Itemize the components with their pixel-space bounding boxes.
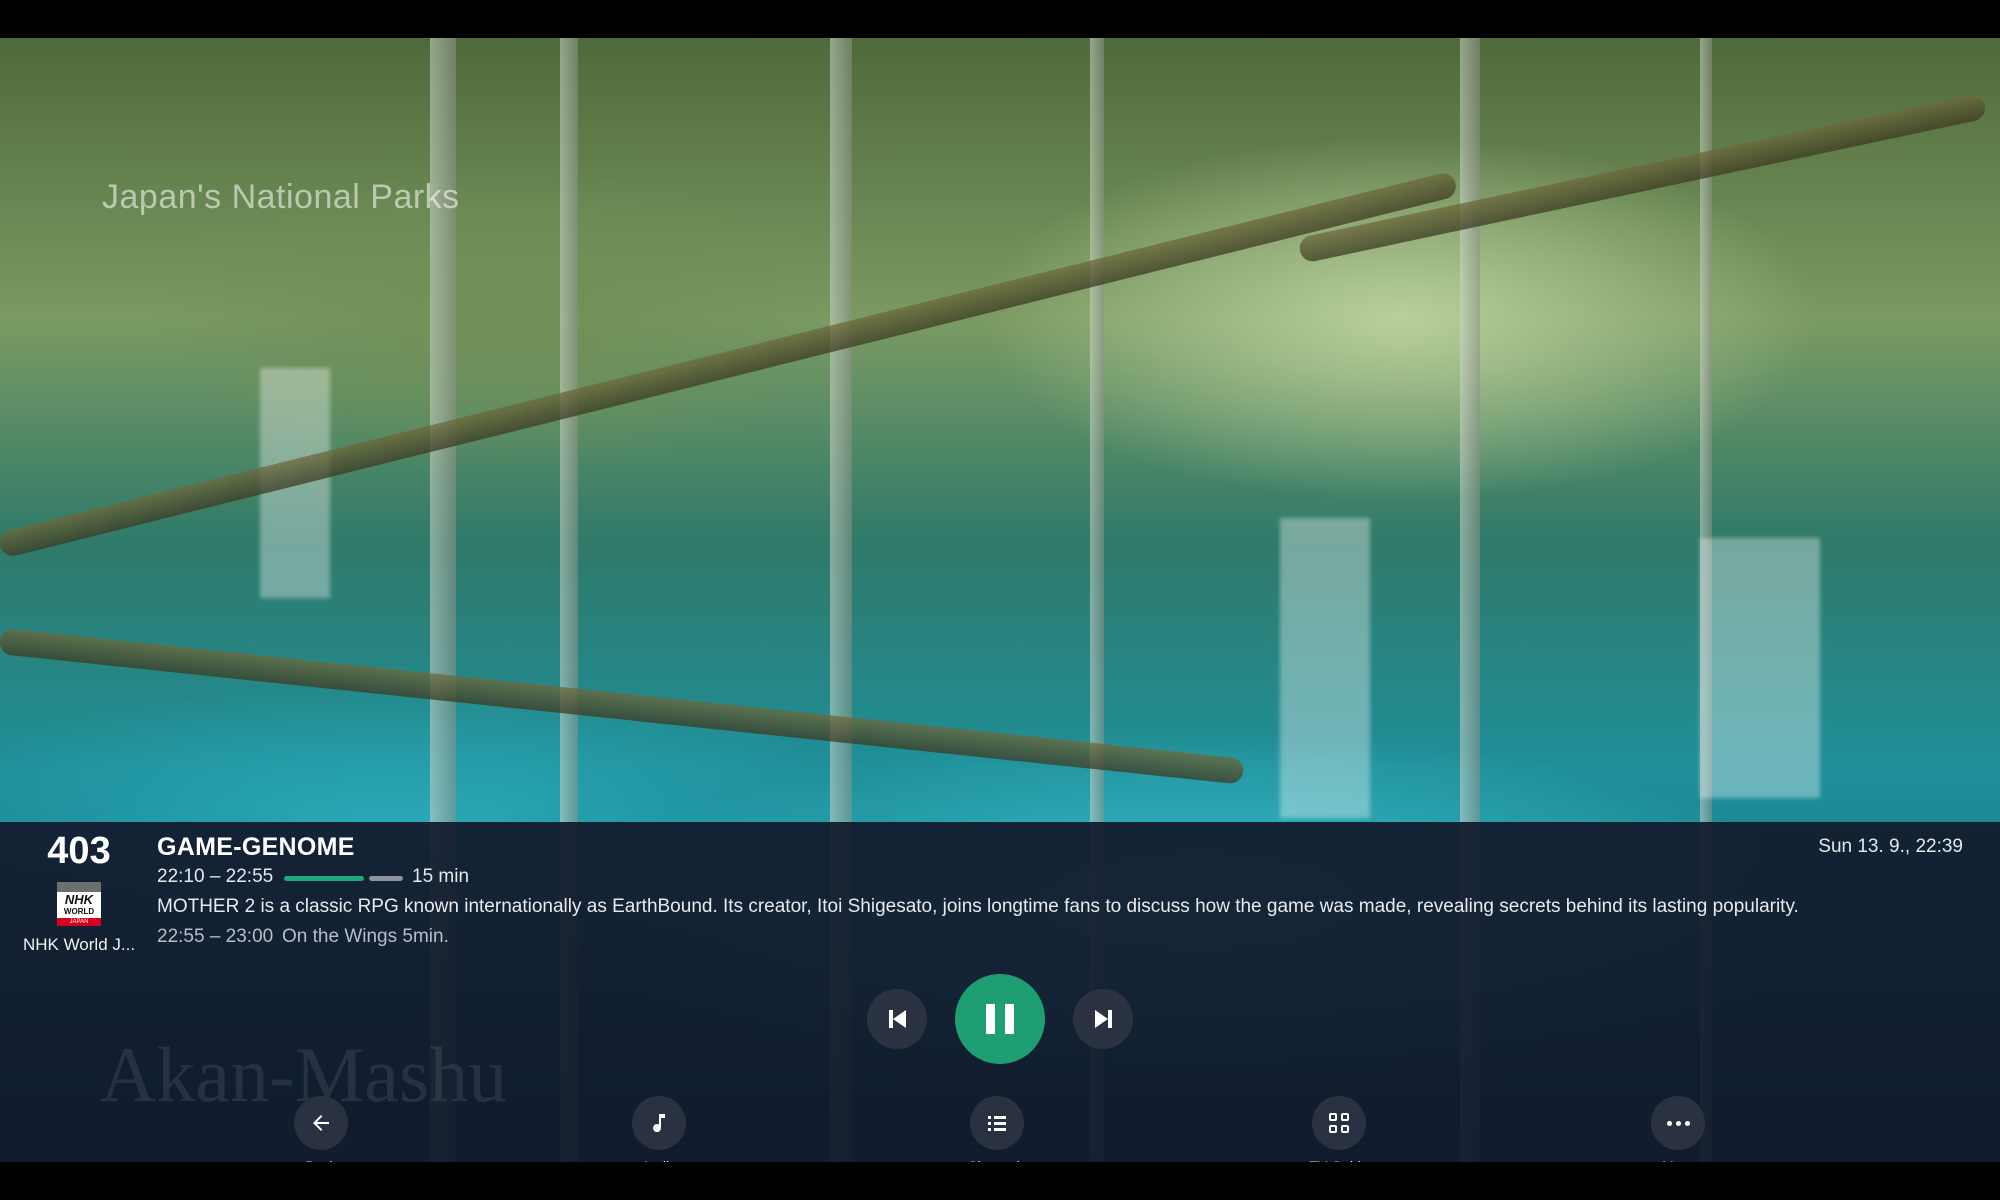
list-icon (970, 1096, 1024, 1150)
program-remaining-time: 15 min (412, 866, 470, 887)
channel-number: 403 (47, 830, 111, 872)
program-progress-remaining (369, 876, 403, 881)
next-program-title: On the Wings 5min. (282, 926, 449, 947)
program-description: MOTHER 2 is a classic RPG known internat… (157, 896, 1799, 917)
fallen-log (0, 170, 1459, 559)
logo-text: JAPAN (57, 918, 101, 926)
top-black-bar (0, 0, 2000, 38)
program-progress-elapsed (284, 876, 364, 881)
program-title: GAME-GENOME (157, 833, 355, 861)
skip-previous-icon (888, 1010, 906, 1028)
previous-button[interactable] (867, 989, 927, 1049)
reflection (1700, 538, 1820, 798)
skip-next-icon (1094, 1010, 1112, 1028)
channel-logo: NHK WORLD JAPAN (57, 882, 101, 926)
music-note-icon (632, 1096, 686, 1150)
pause-icon (981, 1004, 1019, 1034)
reflection (1280, 518, 1370, 818)
clock: Sun 13. 9., 22:39 (1818, 836, 1963, 857)
fallen-log (0, 628, 1245, 785)
next-button[interactable] (1073, 989, 1133, 1049)
fallen-log (1297, 92, 1988, 264)
bottom-black-bar (0, 1162, 2000, 1200)
more-horizontal-icon (1651, 1096, 1705, 1150)
grid-icon (1312, 1096, 1366, 1150)
program-time-range: 22:10 – 22:55 (157, 866, 274, 887)
next-program-time: 22:55 – 23:00 (157, 926, 274, 947)
logo-text: WORLD (63, 907, 95, 916)
pause-button[interactable] (955, 974, 1045, 1064)
channel-name: NHK World J... (22, 935, 136, 954)
video-caption: Japan's National Parks (102, 178, 460, 216)
arrow-left-icon (294, 1096, 348, 1150)
logo-text: NHK (64, 892, 94, 907)
